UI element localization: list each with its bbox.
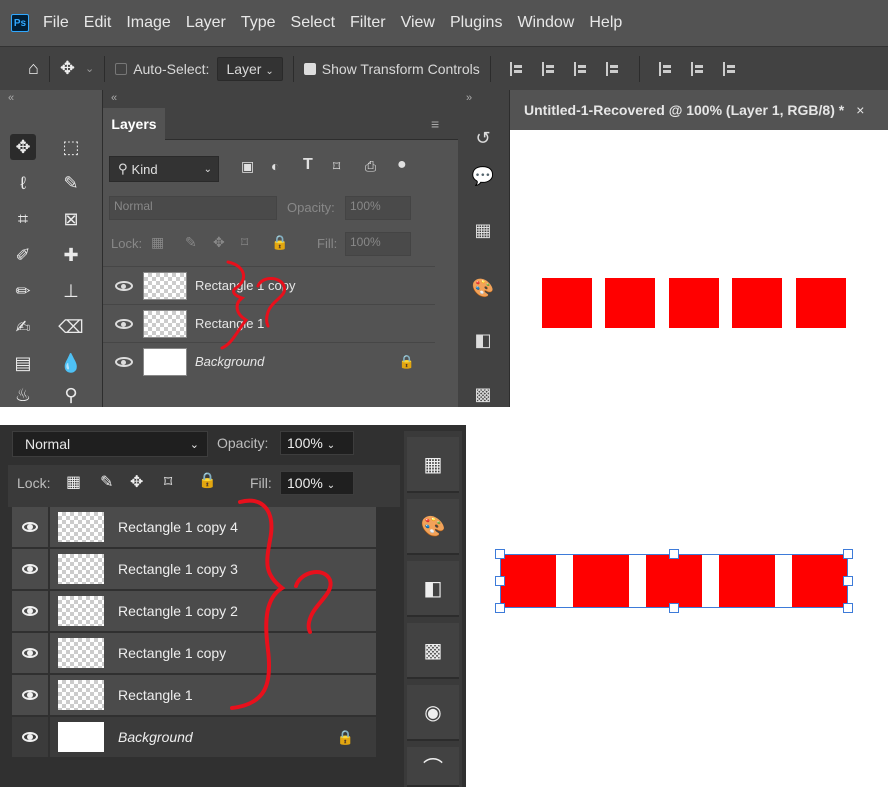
annotation-overlay [220,260,333,710]
annotation-question-bottom [294,570,333,634]
annotation-brace-top [220,260,249,350]
root: Ps File Edit Image Layer Type Select Fil… [0,0,888,787]
annotation-brace-bottom [230,498,286,710]
annotation-question-top [256,277,287,328]
